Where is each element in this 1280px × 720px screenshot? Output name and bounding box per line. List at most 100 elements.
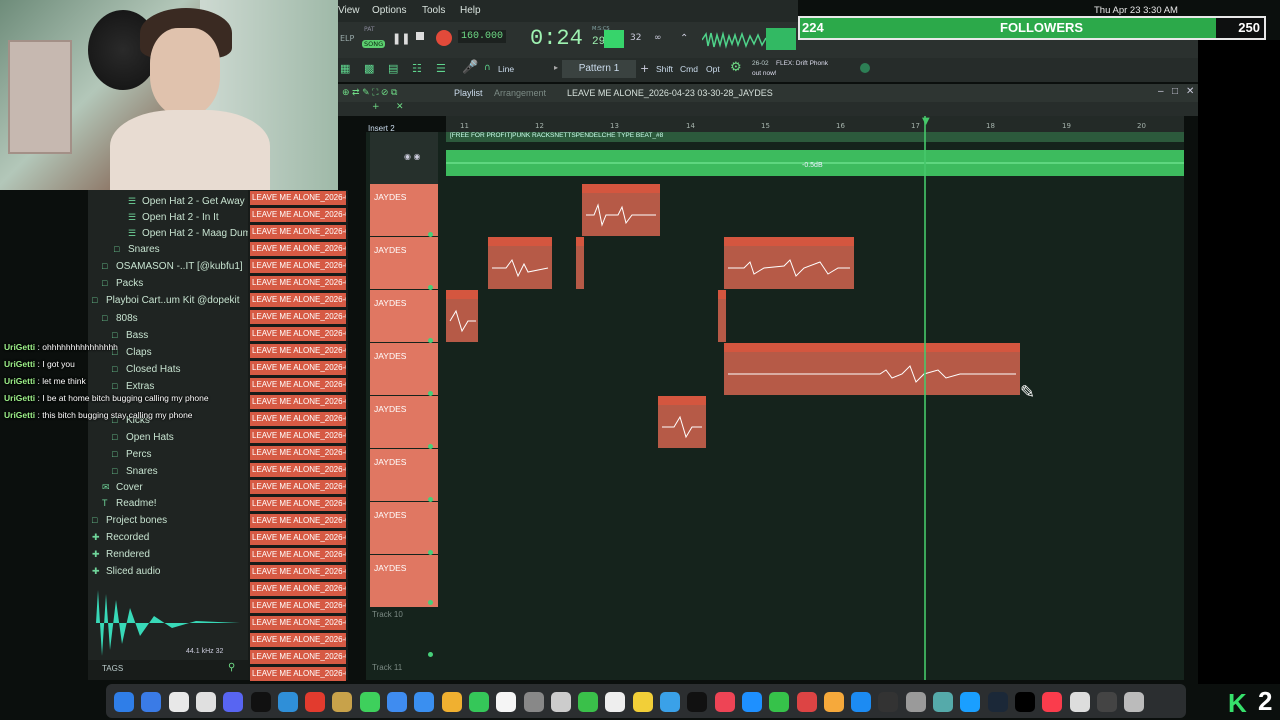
dock-app-icon[interactable] [387, 692, 407, 712]
online-status-icon[interactable] [860, 63, 870, 73]
playlist-icon[interactable]: ▦ [340, 62, 350, 75]
menu-options[interactable]: Options [372, 5, 406, 16]
track-header-3[interactable]: JAYDES [370, 290, 438, 342]
menu-help[interactable]: Help [460, 5, 481, 16]
magnet-icon[interactable]: ∩ [484, 63, 491, 73]
dock-app-icon[interactable] [496, 692, 517, 712]
clip-source-item[interactable]: LEAVE ME ALONE_2026-0... [250, 225, 346, 239]
pattern-selector[interactable]: Pattern 1 [562, 60, 636, 78]
news-title[interactable]: FLEX: Drift Phonk [776, 60, 828, 67]
dock-app-icon[interactable] [250, 692, 271, 712]
browser-item[interactable]: □ Playboi Cart..um Kit @dopekit [92, 295, 240, 306]
browser-item[interactable]: ✚ Recorded [92, 532, 149, 543]
dock-app-icon[interactable] [1069, 692, 1090, 712]
browser-item[interactable]: □ Project bones [92, 515, 167, 526]
browser-item[interactable]: ☰ Open Hat 2 - Get Away [128, 196, 245, 207]
clip-source-item[interactable]: LEAVE ME ALONE_2026-0... [250, 259, 346, 273]
dock-app-icon[interactable] [168, 692, 189, 712]
minimize-icon[interactable]: – [1158, 86, 1164, 97]
pat-label[interactable]: PAT [364, 26, 375, 33]
clip-source-item[interactable]: LEAVE ME ALONE_2026-0... [250, 361, 346, 375]
dock-app-icon[interactable] [714, 692, 735, 712]
dock-app-icon[interactable] [987, 692, 1008, 712]
track-header-6[interactable]: JAYDES [370, 449, 438, 501]
beat-lane[interactable]: [FREE FOR PROFIT]PUNK RACKSNETTSPENDELCH… [446, 132, 1184, 184]
dock-app-icon[interactable] [114, 692, 134, 712]
dock-app-icon[interactable] [823, 692, 844, 712]
stop-button[interactable] [416, 32, 424, 40]
track-mute-led[interactable] [428, 391, 433, 396]
clip-source-item[interactable]: LEAVE ME ALONE_2026-0... [250, 395, 346, 409]
browser-item[interactable]: □ Snares [112, 466, 158, 477]
browser-item[interactable]: □ OSAMASON -..IT [@kubfu1] [102, 261, 243, 272]
dock-app-icon[interactable] [195, 692, 216, 712]
beat-clip-header[interactable]: [FREE FOR PROFIT]PUNK RACKSNETTSPENDELCH… [446, 132, 1184, 142]
close-icon[interactable]: ✕ [1186, 86, 1194, 97]
track-header-8[interactable]: JAYDES [370, 555, 438, 607]
track-header-7[interactable]: JAYDES [370, 502, 438, 554]
clip-source-item[interactable]: LEAVE ME ALONE_2026-0... [250, 480, 346, 494]
mic-icon[interactable]: 🎤 [462, 60, 478, 75]
dock-app-icon[interactable] [359, 692, 380, 712]
clip-source-item[interactable]: LEAVE ME ALONE_2026-0... [250, 463, 346, 477]
countdown-icon[interactable]: ⌃ [680, 33, 688, 44]
record-button[interactable] [436, 30, 452, 46]
clip-source-item[interactable]: LEAVE ME ALONE_2026-0... [250, 429, 346, 443]
clip-source-item[interactable]: LEAVE ME ALONE_2026-0... [250, 276, 346, 290]
mixer-icon[interactable]: ☷ [412, 62, 422, 75]
dock-app-icon[interactable] [1014, 692, 1035, 712]
dock-app-icon[interactable] [332, 692, 353, 712]
dock-app-icon[interactable] [851, 692, 872, 712]
tempo-display[interactable]: 160.000 [458, 30, 507, 43]
dock-app-icon[interactable] [687, 692, 708, 712]
clip-source-item[interactable]: LEAVE ME ALONE_2026-0... [250, 599, 346, 613]
dock-app-icon[interactable] [414, 692, 435, 712]
track-mute-led[interactable] [428, 652, 433, 657]
dock-app-icon[interactable] [660, 692, 680, 712]
track-mute-led[interactable] [428, 550, 433, 555]
remove-track-icon[interactable]: ✕ [396, 102, 404, 112]
clip-source-item[interactable]: LEAVE ME ALONE_2026-0... [250, 582, 346, 596]
dock-app-icon[interactable] [468, 692, 489, 712]
add-track-icon[interactable]: + [372, 102, 380, 112]
song-mode-toggle[interactable]: SONG [362, 40, 386, 48]
dock-app-icon[interactable] [141, 692, 162, 712]
track-mute-led[interactable] [428, 600, 433, 605]
browser-item[interactable]: □ Snares [114, 244, 160, 255]
dock-app-icon[interactable] [550, 692, 571, 712]
dock-app-icon[interactable] [632, 692, 653, 712]
clip-source-item[interactable]: LEAVE ME ALONE_2026-0... [250, 208, 346, 222]
wait-icon[interactable]: ∞ [654, 33, 662, 43]
clip-source-item[interactable]: LEAVE ME ALONE_2026-0... [250, 548, 346, 562]
dock-app-icon[interactable] [1096, 692, 1117, 712]
clip-source-item[interactable]: LEAVE ME ALONE_2026-0... [250, 531, 346, 545]
dock-app-icon[interactable] [933, 692, 953, 712]
clip-source-item[interactable]: LEAVE ME ALONE_2026-0... [250, 344, 346, 358]
clip-source-item[interactable]: LEAVE ME ALONE_2026-0... [250, 650, 346, 664]
clip-source-item[interactable]: LEAVE ME ALONE_2026-0... [250, 633, 346, 647]
audio-clip-small[interactable] [718, 290, 726, 342]
dock-app-icon[interactable] [796, 692, 817, 712]
dock-app-icon[interactable] [769, 692, 790, 712]
clip-source-item[interactable]: LEAVE ME ALONE_2026-0... [250, 242, 346, 256]
metronome-icon[interactable] [604, 30, 624, 48]
browser-icon[interactable]: ☰ [436, 62, 446, 75]
channel-rack-icon[interactable]: ▤ [388, 62, 398, 75]
clip-source-item[interactable]: LEAVE ME ALONE_2026-0... [250, 412, 346, 426]
beat-track-icons[interactable]: ◉ ◉ [404, 152, 421, 161]
audio-clip-small[interactable] [576, 237, 584, 289]
clip-source-item[interactable]: LEAVE ME ALONE_2026-0... [250, 191, 346, 205]
track-mute-led[interactable] [428, 232, 433, 237]
shift-key[interactable]: Shift [656, 64, 673, 74]
dock-app-icon[interactable] [878, 692, 899, 712]
add-pattern-icon[interactable]: + [640, 62, 649, 75]
audio-clip[interactable]: un..ES [446, 290, 478, 342]
dock-app-icon[interactable] [960, 692, 981, 712]
clip-source-item[interactable]: LEAVE ME ALONE_2026-0... [250, 514, 346, 528]
audio-clip[interactable]: untitle..._JAYDES [488, 237, 552, 289]
audio-clip-selected[interactable]: LEAVE ME ALONE_2026-04-23 03-30-28_JAYDE… [724, 343, 1020, 395]
browser-item[interactable]: ☰ Open Hat 2 - Maag Dump [128, 228, 257, 239]
timeline-ruler[interactable]: 11 12 13 14 15 16 17 18 19 20 ▼ [446, 116, 1184, 132]
audio-clip[interactable]: LEAV..JAYDES [582, 184, 660, 236]
news-gear-icon[interactable]: ⚙ [730, 60, 742, 75]
